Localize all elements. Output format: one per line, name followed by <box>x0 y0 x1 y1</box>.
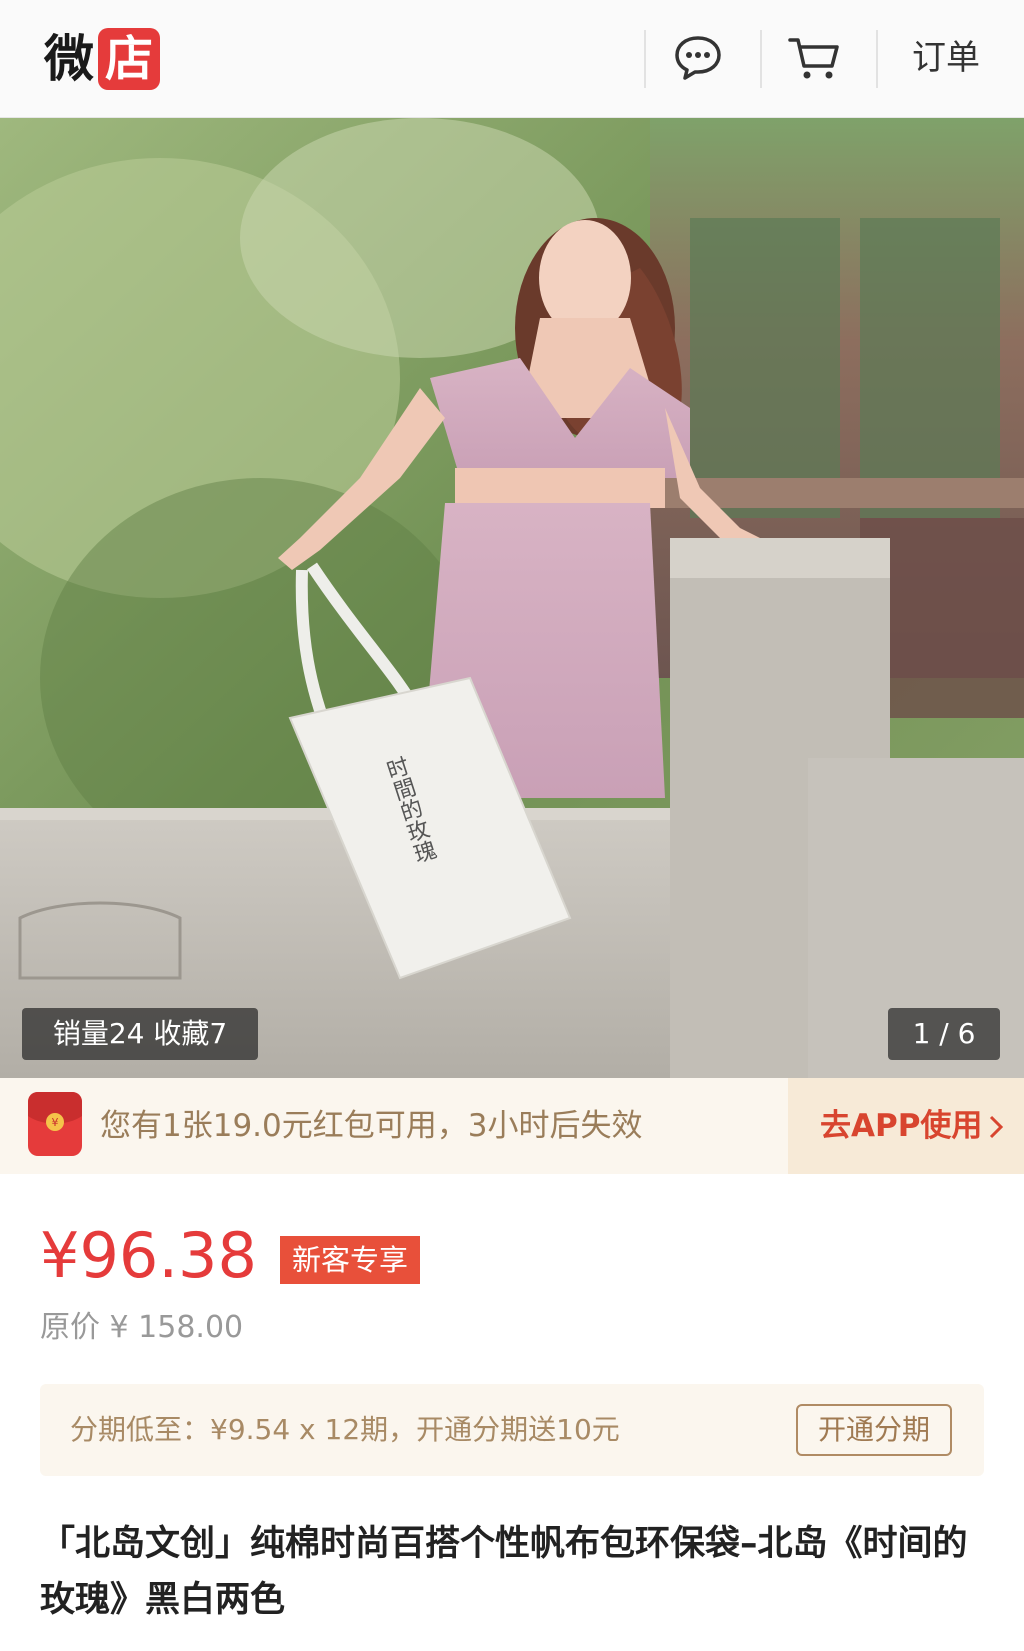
current-price: ¥96.38 <box>40 1219 257 1292</box>
product-image-carousel[interactable]: 时間的玫瑰 <box>0 118 1024 1078</box>
product-photo: 时間的玫瑰 <box>0 118 1024 1078</box>
weidian-logo[interactable]: 微 店 <box>44 28 160 90</box>
open-in-app-label: 去APP使用 <box>820 1108 983 1144</box>
chevron-right-icon <box>988 1114 1004 1144</box>
new-customer-badge: 新客专享 <box>280 1236 421 1284</box>
enable-installment-button[interactable]: 开通分期 <box>796 1404 952 1456</box>
installment-banner: 分期低至：¥9.54 x 12期，开通分期送10元 开通分期 <box>40 1384 984 1476</box>
original-price: 原价 ¥ 158.00 <box>40 1310 244 1345</box>
header-divider <box>644 30 646 88</box>
header-divider <box>876 30 878 88</box>
cart-icon[interactable] <box>786 30 842 86</box>
red-envelope-icon: ¥ <box>28 1092 82 1156</box>
top-header: 微 店 订单 <box>0 0 1024 118</box>
chat-icon[interactable] <box>670 30 726 86</box>
red-packet-notice: ¥ 您有1张19.0元红包可用，3小时后失效 去APP使用 <box>0 1078 1024 1174</box>
logo-text-wei: 微 <box>44 30 94 88</box>
svg-text:¥: ¥ <box>52 1116 59 1129</box>
logo-text-dian: 店 <box>98 28 160 90</box>
sales-favorites-badge: 销量24 收藏7 <box>22 1008 258 1060</box>
open-in-app-button[interactable]: 去APP使用 <box>788 1078 1024 1174</box>
carousel-page-indicator: 1 / 6 <box>888 1008 1000 1060</box>
installment-text: 分期低至：¥9.54 x 12期，开通分期送10元 <box>70 1413 620 1446</box>
product-title: 「北岛文创」纯棉时尚百搭个性帆布包环保袋–北岛《时间的玫瑰》黑白两色 <box>40 1524 968 1620</box>
header-divider <box>760 30 762 88</box>
red-packet-message: 您有1张19.0元红包可用，3小时后失效 <box>100 1108 643 1144</box>
orders-link[interactable]: 订单 <box>912 36 980 80</box>
